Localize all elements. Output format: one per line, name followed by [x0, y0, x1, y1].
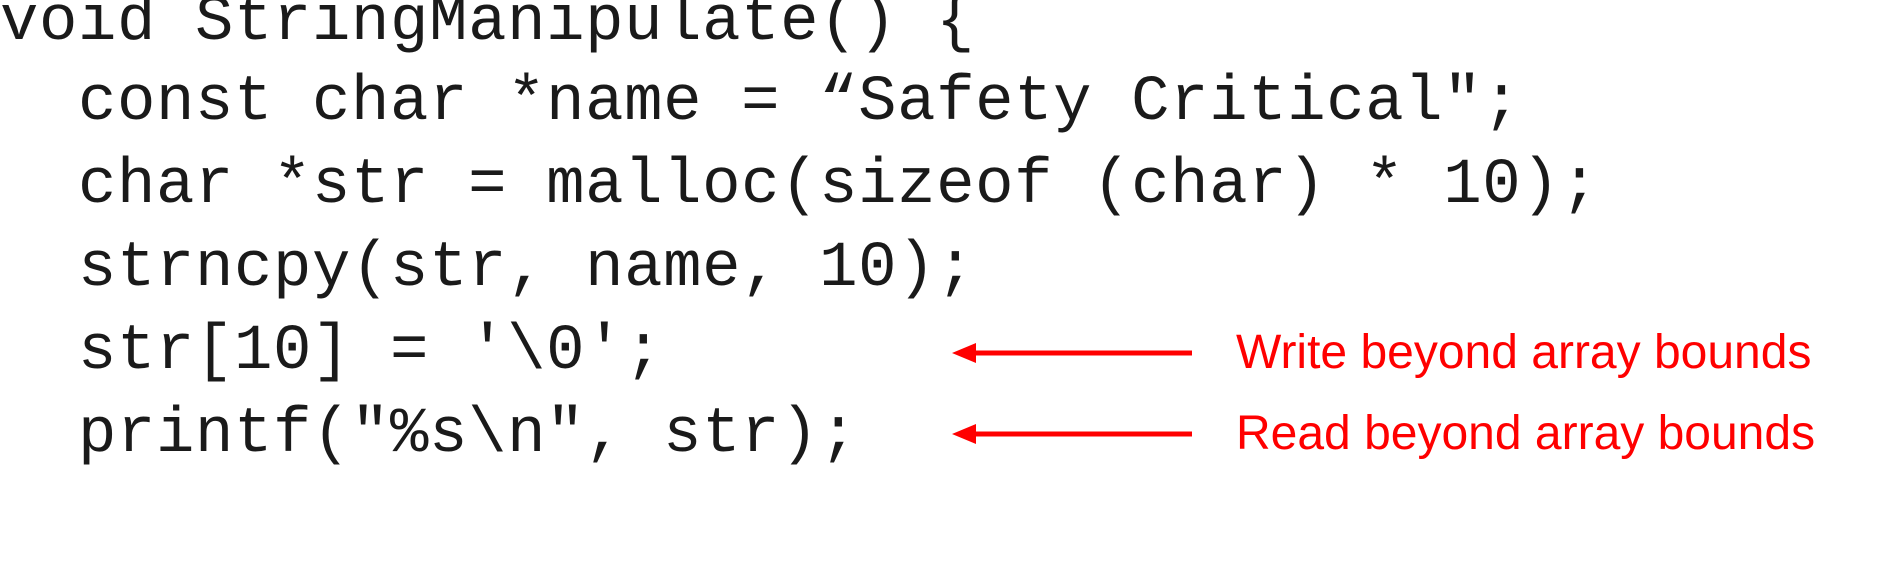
code-line-malloc: char *str = malloc(sizeof (char) * 10);	[0, 150, 1600, 222]
left-arrow-icon	[952, 422, 1192, 446]
code-block: void StringManipulate() { const char *na…	[0, 0, 1898, 572]
write-annotation-label: Write beyond array bounds	[1236, 326, 1812, 379]
code-line-strncpy: strncpy(str, name, 10);	[0, 233, 976, 305]
write-annotation: Write beyond array bounds	[952, 323, 1811, 383]
code-line-printf: printf("%s\n", str);	[0, 399, 859, 471]
read-annotation-label: Read beyond array bounds	[1236, 407, 1816, 460]
code-line-const-name: const char *name = “Safety Critical";	[0, 67, 1522, 139]
code-line-function-signature: void StringManipulate() {	[0, 0, 976, 59]
left-arrow-icon	[952, 341, 1192, 365]
read-annotation: Read beyond array bounds	[952, 404, 1815, 464]
code-line-null-terminator: str[10] = '\0';	[0, 316, 664, 388]
